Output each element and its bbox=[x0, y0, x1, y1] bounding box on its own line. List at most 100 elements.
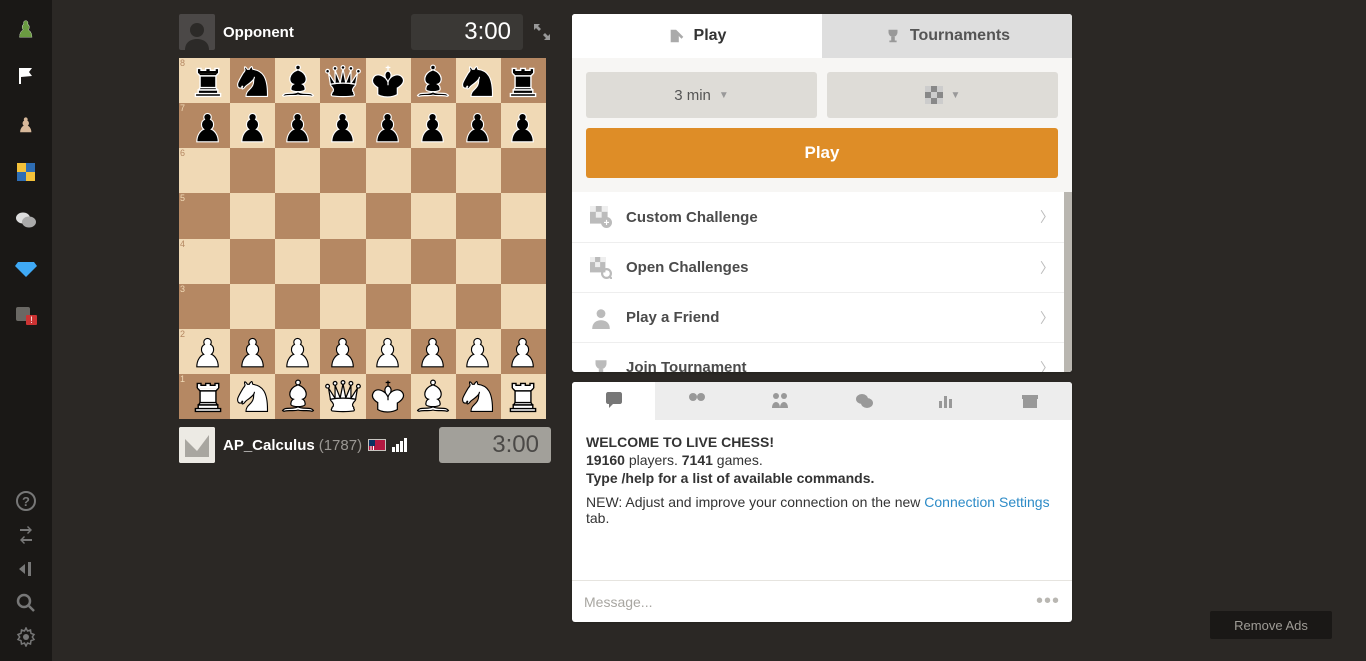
square[interactable] bbox=[501, 103, 546, 148]
square[interactable] bbox=[230, 329, 275, 374]
square[interactable] bbox=[366, 58, 411, 103]
square[interactable] bbox=[411, 374, 456, 419]
square[interactable] bbox=[501, 193, 546, 238]
square[interactable] bbox=[275, 284, 320, 329]
open-challenges-item[interactable]: Open Challenges 〉 bbox=[572, 242, 1072, 292]
square[interactable] bbox=[185, 239, 230, 284]
square[interactable] bbox=[411, 148, 456, 193]
square[interactable] bbox=[456, 374, 501, 419]
square[interactable] bbox=[230, 239, 275, 284]
square[interactable] bbox=[185, 148, 230, 193]
square[interactable] bbox=[366, 374, 411, 419]
square[interactable] bbox=[185, 374, 230, 419]
square[interactable] bbox=[320, 148, 365, 193]
messages-icon[interactable] bbox=[14, 208, 38, 232]
square[interactable] bbox=[230, 103, 275, 148]
square[interactable] bbox=[320, 329, 365, 374]
square[interactable] bbox=[411, 58, 456, 103]
square[interactable] bbox=[366, 148, 411, 193]
collapse-icon[interactable] bbox=[14, 557, 38, 581]
diamond-icon[interactable] bbox=[14, 256, 38, 280]
square[interactable] bbox=[366, 239, 411, 284]
square[interactable] bbox=[411, 329, 456, 374]
square[interactable] bbox=[320, 239, 365, 284]
square[interactable] bbox=[501, 148, 546, 193]
square[interactable] bbox=[501, 374, 546, 419]
chat-tab-archive[interactable] bbox=[989, 382, 1072, 420]
square[interactable] bbox=[456, 329, 501, 374]
square[interactable] bbox=[501, 329, 546, 374]
square[interactable] bbox=[230, 374, 275, 419]
chat-tab-friends[interactable] bbox=[655, 382, 738, 420]
remove-ads-button[interactable]: Remove Ads bbox=[1210, 611, 1332, 639]
square[interactable] bbox=[275, 148, 320, 193]
square[interactable] bbox=[456, 193, 501, 238]
square[interactable] bbox=[275, 329, 320, 374]
square[interactable] bbox=[185, 103, 230, 148]
square[interactable] bbox=[456, 148, 501, 193]
square[interactable] bbox=[185, 329, 230, 374]
square[interactable] bbox=[275, 239, 320, 284]
square[interactable] bbox=[185, 58, 230, 103]
settings-icon[interactable] bbox=[14, 625, 38, 649]
square[interactable] bbox=[501, 284, 546, 329]
square[interactable] bbox=[366, 329, 411, 374]
connection-settings-link[interactable]: Connection Settings bbox=[924, 494, 1049, 510]
chat-tab-game[interactable] bbox=[822, 382, 905, 420]
square[interactable] bbox=[456, 284, 501, 329]
square[interactable] bbox=[320, 193, 365, 238]
play-button[interactable]: Play bbox=[586, 128, 1058, 178]
square[interactable] bbox=[230, 193, 275, 238]
square[interactable] bbox=[230, 58, 275, 103]
play-friend-item[interactable]: Play a Friend 〉 bbox=[572, 292, 1072, 342]
square[interactable] bbox=[501, 58, 546, 103]
chess-board[interactable]: 87654321 bbox=[179, 58, 551, 419]
chat-input[interactable] bbox=[584, 594, 1036, 610]
player-avatar[interactable] bbox=[179, 427, 215, 463]
square[interactable] bbox=[320, 58, 365, 103]
square[interactable] bbox=[230, 284, 275, 329]
square[interactable] bbox=[275, 58, 320, 103]
tab-play[interactable]: Play bbox=[572, 14, 822, 58]
chat-tab-global[interactable] bbox=[572, 382, 655, 420]
custom-challenge-item[interactable]: + Custom Challenge 〉 bbox=[572, 192, 1072, 242]
chat-tab-players[interactable] bbox=[739, 382, 822, 420]
square[interactable] bbox=[275, 103, 320, 148]
square[interactable] bbox=[320, 103, 365, 148]
help-icon[interactable]: ? bbox=[14, 489, 38, 513]
square[interactable] bbox=[411, 239, 456, 284]
flip-icon[interactable] bbox=[14, 523, 38, 547]
tactics-icon[interactable] bbox=[14, 112, 38, 136]
logo-pawn-icon[interactable] bbox=[14, 16, 38, 40]
square[interactable] bbox=[411, 284, 456, 329]
square[interactable] bbox=[366, 193, 411, 238]
square[interactable] bbox=[320, 374, 365, 419]
square[interactable] bbox=[411, 103, 456, 148]
opponent-avatar[interactable] bbox=[179, 14, 215, 50]
square[interactable] bbox=[275, 193, 320, 238]
flag-icon[interactable] bbox=[14, 64, 38, 88]
alert-icon[interactable]: ! bbox=[14, 304, 38, 328]
join-tournament-item[interactable]: Join Tournament 〉 bbox=[572, 342, 1072, 372]
square[interactable] bbox=[185, 284, 230, 329]
opponent-name[interactable]: Opponent bbox=[223, 24, 294, 41]
search-icon[interactable] bbox=[14, 591, 38, 615]
game-type-select[interactable]: ▼ bbox=[827, 72, 1058, 118]
scrollbar[interactable] bbox=[1064, 192, 1072, 372]
tab-tournaments[interactable]: Tournaments bbox=[822, 14, 1072, 58]
player-name[interactable]: AP_Calculus bbox=[223, 437, 315, 454]
expand-icon[interactable] bbox=[533, 23, 551, 41]
chat-tab-stats[interactable] bbox=[905, 382, 988, 420]
learn-icon[interactable] bbox=[14, 160, 38, 184]
square[interactable] bbox=[275, 374, 320, 419]
square[interactable] bbox=[366, 103, 411, 148]
square[interactable] bbox=[456, 103, 501, 148]
square[interactable] bbox=[501, 239, 546, 284]
square[interactable] bbox=[456, 239, 501, 284]
square[interactable] bbox=[366, 284, 411, 329]
square[interactable] bbox=[411, 193, 456, 238]
square[interactable] bbox=[320, 284, 365, 329]
square[interactable] bbox=[185, 193, 230, 238]
square[interactable] bbox=[230, 148, 275, 193]
time-control-select[interactable]: 3 min ▼ bbox=[586, 72, 817, 118]
